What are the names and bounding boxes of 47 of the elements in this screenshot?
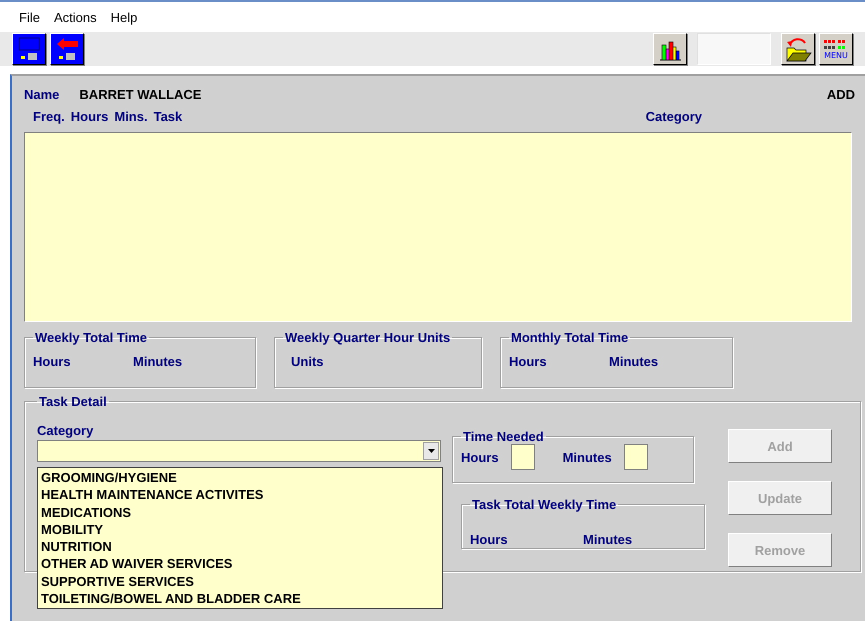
column-heading: Category (646, 108, 702, 124)
client-name: BARRET WALLACE (79, 86, 202, 102)
chart-button[interactable] (653, 33, 687, 65)
column-heading: Task (154, 108, 182, 124)
group-title: Task Total Weekly Time (471, 497, 618, 512)
group-title: Monthly Total Time (510, 330, 630, 345)
hours-input[interactable] (510, 444, 535, 470)
save-button[interactable] (12, 33, 46, 65)
field-label: Minutes (583, 531, 634, 547)
dropdown-option[interactable]: SUPPORTIVE SERVICES (41, 572, 439, 590)
dropdown-option[interactable]: TOILETING/BOWEL AND BLADDER CARE (41, 590, 439, 608)
dropdown-option[interactable]: HEALTH MAINTENANCE ACTIVITES (41, 486, 439, 504)
menu-item[interactable]: Actions (54, 10, 97, 24)
minutes-input[interactable] (624, 444, 648, 470)
field-label: Hours (33, 354, 72, 369)
open-folder-button[interactable] (781, 33, 815, 65)
group-title: Time Needed (462, 429, 545, 444)
menu-item[interactable]: File (19, 10, 40, 24)
field-label: Minutes (562, 450, 612, 464)
group-title: Weekly Quarter Hour Units (284, 330, 452, 345)
caret-icon (428, 449, 434, 453)
column-heading: Freq. (33, 108, 65, 124)
field-label: Minutes (609, 354, 660, 369)
group-title: Weekly Total Time (34, 330, 148, 345)
column-heading: Mins. (114, 108, 148, 124)
name-label: Name (24, 86, 60, 102)
column-heading: Hours (70, 108, 108, 124)
field-label: Hours (470, 531, 509, 547)
dropdown-option[interactable]: GROOMING/HYGIENE (41, 469, 439, 486)
group-title: Task Detail (38, 394, 108, 409)
field-label: Units (290, 354, 324, 369)
mode-label: ADD (826, 86, 855, 102)
dropdown-option[interactable]: MEDICATIONS (41, 504, 439, 521)
field-label: Hours (461, 450, 499, 464)
floppy-disk-icon (16, 36, 42, 62)
field-label: Hours (509, 354, 548, 369)
dropdown-option[interactable]: NUTRITION (41, 538, 439, 556)
folder-undo-icon (784, 35, 812, 63)
menu-item[interactable]: Help (110, 10, 138, 24)
dropdown-option[interactable]: MOBILITY (41, 520, 439, 538)
field-label: Minutes (133, 354, 184, 369)
dropdown-option[interactable]: OTHER AD WAIVER SERVICES (41, 555, 439, 573)
category-label: Category (37, 423, 94, 438)
dropdown-button[interactable] (423, 442, 439, 460)
category-dropdown[interactable] (37, 440, 441, 462)
exit-button[interactable] (50, 33, 84, 65)
menu-button[interactable]: MENU (819, 33, 853, 65)
